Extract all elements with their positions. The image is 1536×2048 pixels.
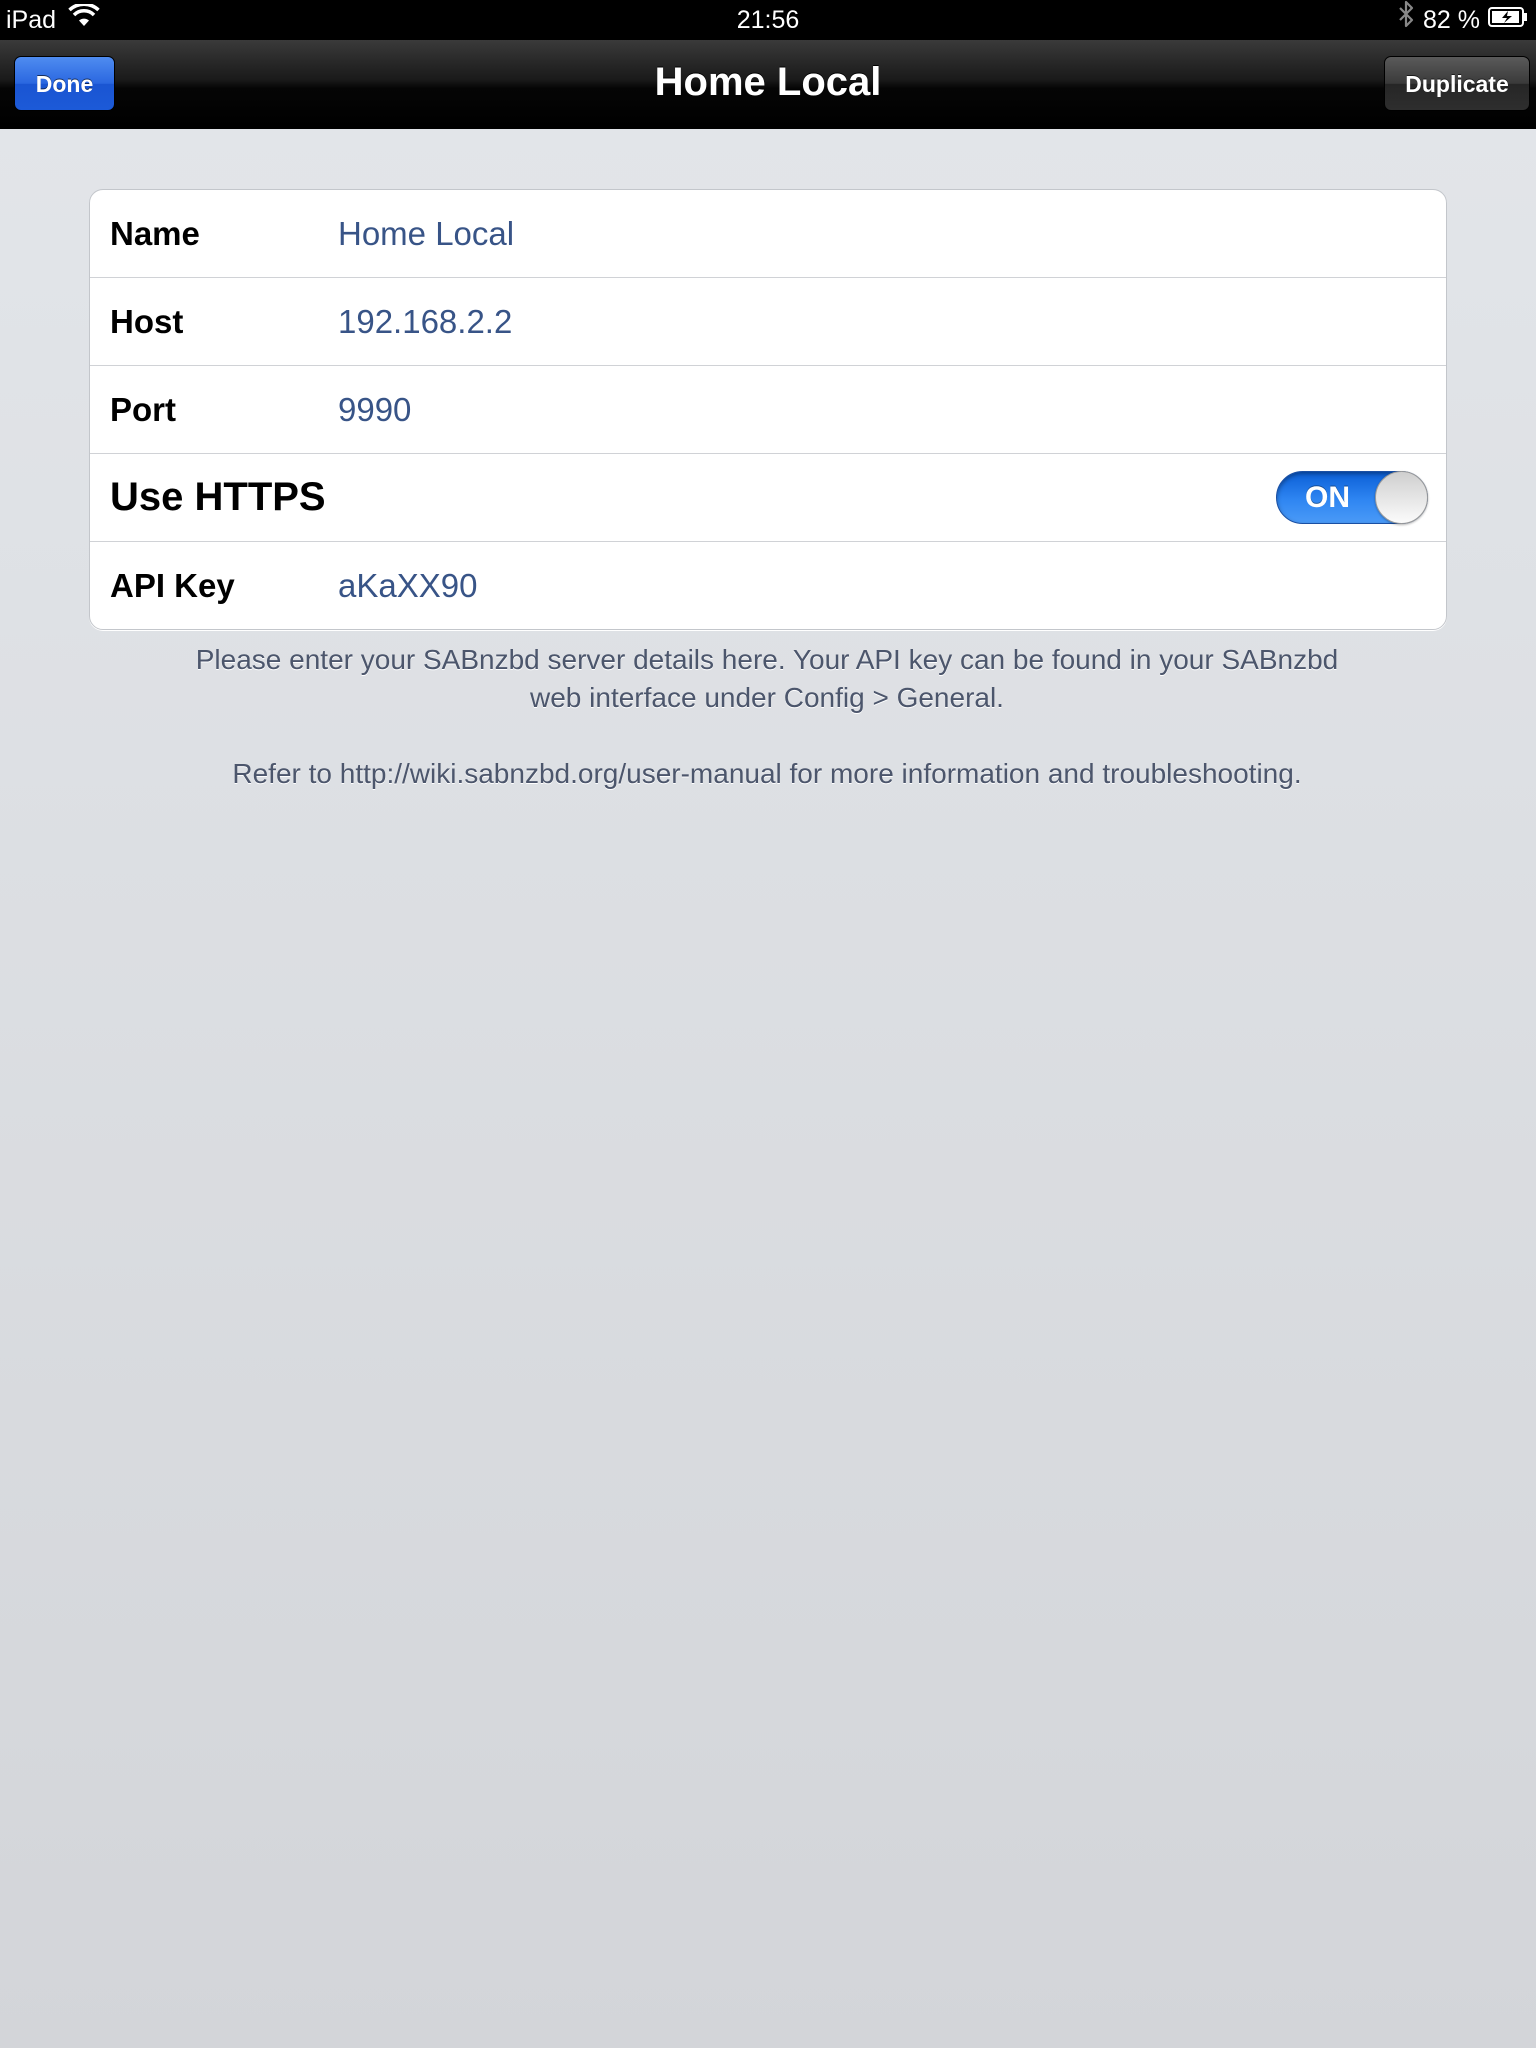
https-label: Use HTTPS [110,475,326,519]
page-title: Home Local [654,60,882,104]
battery-percent: 82 % [1423,6,1480,34]
status-right: 82 % [1397,0,1528,40]
port-field[interactable]: 9990 [338,366,1426,453]
toggle-knob[interactable] [1375,471,1428,524]
duplicate-button[interactable]: Duplicate [1384,56,1530,111]
api-key-label: API Key [110,567,235,604]
port-label: Port [110,391,176,428]
help-line-2: web interface under Config > General. [530,682,1004,713]
name-row[interactable]: Name Home Local [90,190,1446,278]
help-text: Please enter your SABnzbd server details… [89,641,1445,793]
host-label: Host [110,303,184,340]
name-label: Name [110,215,200,252]
server-settings-table: Name Home Local Host 192.168.2.2 Port 99… [89,189,1447,630]
toggle-state-label: ON [1305,481,1350,514]
battery-icon [1488,0,1528,40]
host-field[interactable]: 192.168.2.2 [338,278,1426,365]
api-key-field[interactable]: aKaXX90 [338,542,1426,629]
name-field[interactable]: Home Local [338,190,1426,277]
help-line-3: Refer to http://wiki.sabnzbd.org/user-ma… [232,758,1302,789]
status-time: 21:56 [736,6,800,34]
port-row[interactable]: Port 9990 [90,366,1446,454]
navigation-bar: Done Home Local Duplicate [0,40,1536,129]
api-key-row[interactable]: API Key aKaXX90 [90,542,1446,629]
help-line-1: Please enter your SABnzbd server details… [195,644,1339,675]
status-bar: iPad 21:56 82 % [0,0,1536,40]
done-button[interactable]: Done [14,56,115,111]
host-row[interactable]: Host 192.168.2.2 [90,278,1446,366]
https-row: Use HTTPS ON [90,454,1446,542]
bluetooth-icon [1397,0,1415,40]
https-toggle[interactable]: ON [1276,471,1428,524]
